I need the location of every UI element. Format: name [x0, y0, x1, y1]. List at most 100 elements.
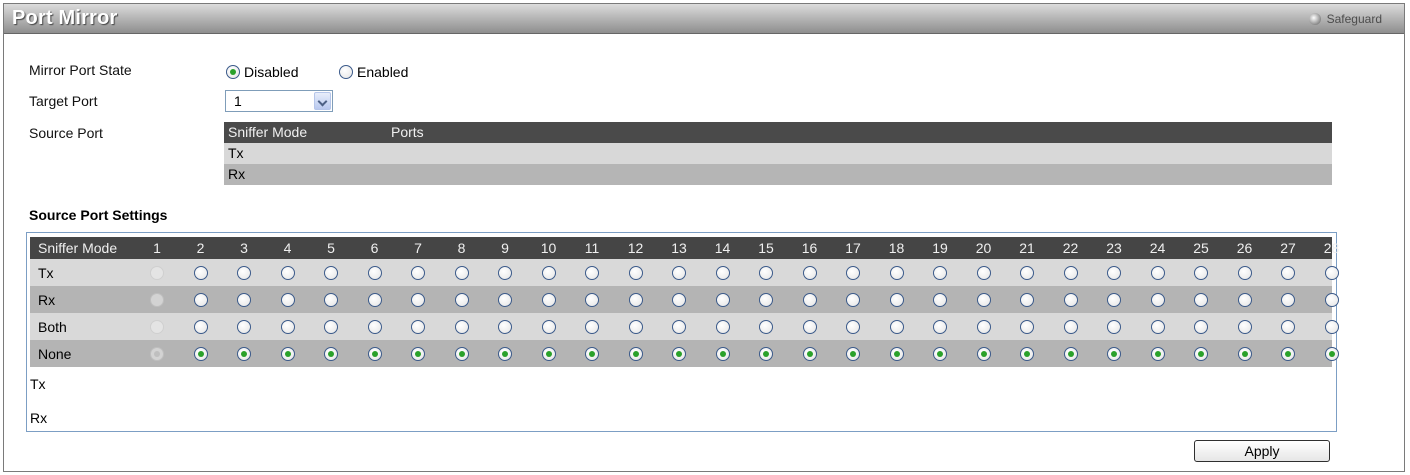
port-2-none-radio[interactable] — [193, 346, 208, 361]
port-28-none-radio[interactable] — [1324, 346, 1339, 361]
port-19-none-radio[interactable] — [933, 346, 947, 361]
apply-button[interactable]: Apply — [1194, 440, 1330, 462]
port-10-tx-radio[interactable] — [541, 265, 556, 280]
port-11-none-radio[interactable] — [585, 346, 599, 361]
port-24-none-radio[interactable] — [1150, 346, 1165, 361]
port-4-none-radio[interactable] — [280, 346, 295, 361]
port-6-none-radio[interactable] — [367, 346, 382, 361]
port-19-rx-radio[interactable] — [933, 292, 947, 307]
port-10-both-radio[interactable] — [541, 319, 556, 334]
port-23-both-radio[interactable] — [1107, 319, 1121, 334]
port-14-tx-radio[interactable] — [715, 265, 730, 280]
port-26-tx-radio[interactable] — [1237, 265, 1252, 280]
mirror-state-disabled-option[interactable]: Disabled — [226, 64, 298, 80]
port-17-tx-radio[interactable] — [846, 265, 860, 280]
port-9-none-radio[interactable] — [498, 346, 512, 361]
port-5-tx-radio[interactable] — [324, 265, 338, 280]
mirror-state-disabled-radio[interactable] — [226, 65, 240, 79]
port-24-tx-radio[interactable] — [1150, 265, 1165, 280]
port-23-tx-radio[interactable] — [1107, 265, 1121, 280]
port-7-none-radio[interactable] — [411, 346, 425, 361]
port-10-rx-radio[interactable] — [541, 292, 556, 307]
port-4-rx-radio[interactable] — [280, 292, 295, 307]
port-20-tx-radio[interactable] — [976, 265, 991, 280]
port-3-tx-radio[interactable] — [237, 265, 251, 280]
port-18-rx-radio[interactable] — [889, 292, 904, 307]
port-2-tx-radio[interactable] — [193, 265, 208, 280]
port-2-rx-radio[interactable] — [193, 292, 208, 307]
port-4-tx-radio[interactable] — [280, 265, 295, 280]
port-8-tx-radio[interactable] — [454, 265, 469, 280]
port-21-tx-radio[interactable] — [1020, 265, 1034, 280]
port-16-both-radio[interactable] — [802, 319, 817, 334]
port-7-both-radio[interactable] — [411, 319, 425, 334]
mirror-state-enabled-radio[interactable] — [339, 65, 353, 79]
port-8-both-radio[interactable] — [454, 319, 469, 334]
port-13-none-radio[interactable] — [672, 346, 686, 361]
port-18-none-radio[interactable] — [889, 346, 904, 361]
port-27-tx-radio[interactable] — [1281, 265, 1295, 280]
port-3-none-radio[interactable] — [237, 346, 251, 361]
port-16-rx-radio[interactable] — [802, 292, 817, 307]
port-19-both-radio[interactable] — [933, 319, 947, 334]
port-8-rx-radio[interactable] — [454, 292, 469, 307]
port-15-none-radio[interactable] — [759, 346, 773, 361]
port-5-both-radio[interactable] — [324, 319, 338, 334]
chevron-down-icon[interactable] — [314, 92, 331, 110]
port-5-rx-radio[interactable] — [324, 292, 338, 307]
port-16-none-radio[interactable] — [802, 346, 817, 361]
port-13-rx-radio[interactable] — [672, 292, 686, 307]
port-15-tx-radio[interactable] — [759, 265, 773, 280]
port-20-rx-radio[interactable] — [976, 292, 991, 307]
port-8-none-radio[interactable] — [454, 346, 469, 361]
port-24-rx-radio[interactable] — [1150, 292, 1165, 307]
port-17-both-radio[interactable] — [846, 319, 860, 334]
port-28-rx-radio[interactable] — [1324, 292, 1339, 307]
port-19-tx-radio[interactable] — [933, 265, 947, 280]
port-18-tx-radio[interactable] — [889, 265, 904, 280]
port-3-rx-radio[interactable] — [237, 292, 251, 307]
port-23-none-radio[interactable] — [1107, 346, 1121, 361]
port-7-rx-radio[interactable] — [411, 292, 425, 307]
port-6-rx-radio[interactable] — [367, 292, 382, 307]
port-27-none-radio[interactable] — [1281, 346, 1295, 361]
port-11-tx-radio[interactable] — [585, 265, 599, 280]
port-9-tx-radio[interactable] — [498, 265, 512, 280]
port-25-none-radio[interactable] — [1194, 346, 1208, 361]
port-25-rx-radio[interactable] — [1194, 292, 1208, 307]
port-11-both-radio[interactable] — [585, 319, 599, 334]
port-5-none-radio[interactable] — [324, 346, 338, 361]
port-12-rx-radio[interactable] — [628, 292, 643, 307]
port-22-tx-radio[interactable] — [1063, 265, 1078, 280]
port-14-both-radio[interactable] — [715, 319, 730, 334]
port-21-both-radio[interactable] — [1020, 319, 1034, 334]
port-12-both-radio[interactable] — [628, 319, 643, 334]
port-25-both-radio[interactable] — [1194, 319, 1208, 334]
port-13-tx-radio[interactable] — [672, 265, 686, 280]
port-14-rx-radio[interactable] — [715, 292, 730, 307]
port-9-both-radio[interactable] — [498, 319, 512, 334]
target-port-select[interactable]: 1 — [225, 90, 333, 112]
port-27-rx-radio[interactable] — [1281, 292, 1295, 307]
port-15-rx-radio[interactable] — [759, 292, 773, 307]
port-10-none-radio[interactable] — [541, 346, 556, 361]
port-4-both-radio[interactable] — [280, 319, 295, 334]
port-22-both-radio[interactable] — [1063, 319, 1078, 334]
port-11-rx-radio[interactable] — [585, 292, 599, 307]
port-24-both-radio[interactable] — [1150, 319, 1165, 334]
port-7-tx-radio[interactable] — [411, 265, 425, 280]
port-17-rx-radio[interactable] — [846, 292, 860, 307]
port-9-rx-radio[interactable] — [498, 292, 512, 307]
port-6-both-radio[interactable] — [367, 319, 382, 334]
port-22-rx-radio[interactable] — [1063, 292, 1078, 307]
port-20-none-radio[interactable] — [976, 346, 991, 361]
port-3-both-radio[interactable] — [237, 319, 251, 334]
port-21-none-radio[interactable] — [1020, 346, 1034, 361]
port-28-tx-radio[interactable] — [1324, 265, 1339, 280]
port-6-tx-radio[interactable] — [367, 265, 382, 280]
port-2-both-radio[interactable] — [193, 319, 208, 334]
port-12-none-radio[interactable] — [628, 346, 643, 361]
port-26-none-radio[interactable] — [1237, 346, 1252, 361]
port-13-both-radio[interactable] — [672, 319, 686, 334]
port-12-tx-radio[interactable] — [628, 265, 643, 280]
